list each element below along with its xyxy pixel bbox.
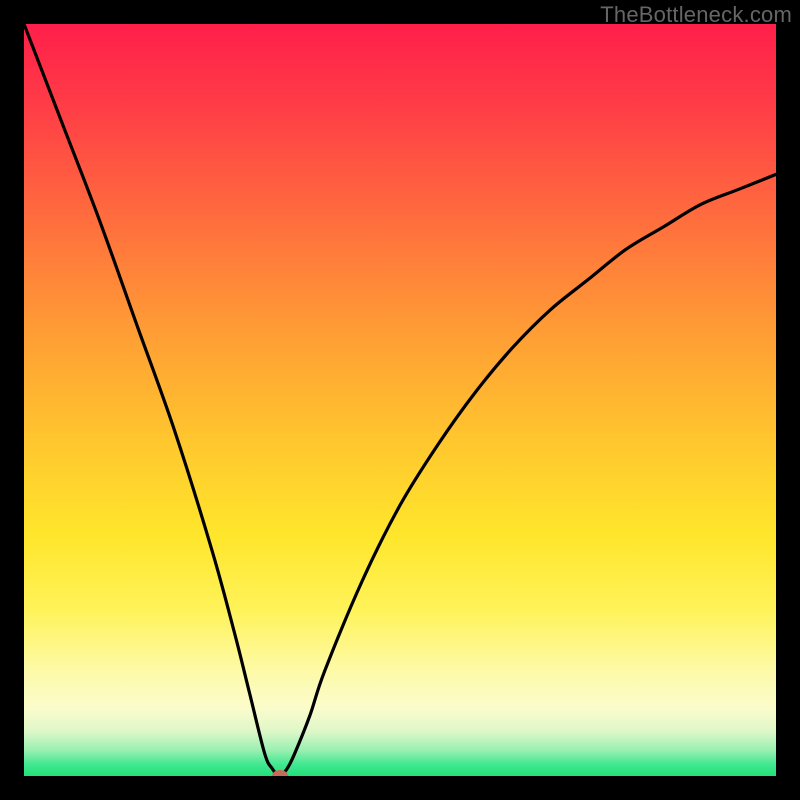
chart-frame: TheBottleneck.com (0, 0, 800, 800)
minimum-marker (272, 770, 288, 776)
watermark-text: TheBottleneck.com (600, 2, 792, 28)
bottleneck-curve (24, 24, 776, 776)
plot-area (24, 24, 776, 776)
